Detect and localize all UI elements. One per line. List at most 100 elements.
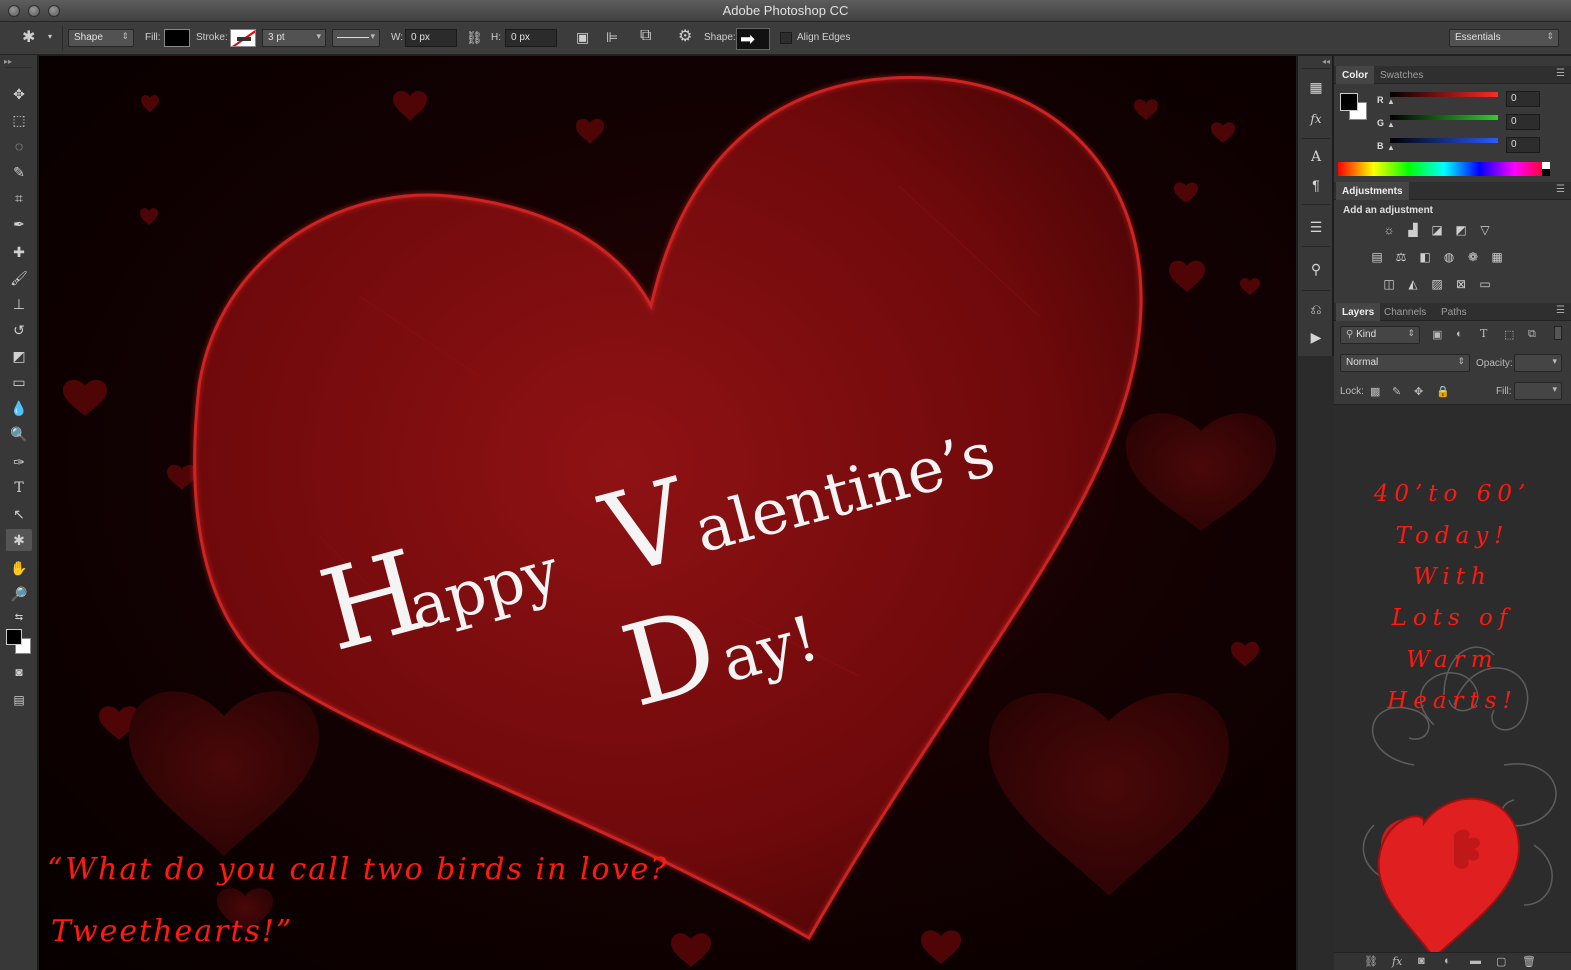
spectrum-white-chip[interactable] (1542, 162, 1550, 169)
stroke-width-field[interactable]: 3 pt ▾ (262, 29, 326, 47)
link-icon[interactable]: ⛓ (466, 31, 483, 44)
dodge-tool-icon[interactable]: 🔍 (6, 423, 32, 445)
custom-shape-tool-preset-icon[interactable]: ✱ (22, 30, 35, 46)
slider-thumb-icon[interactable]: ▲ (1387, 120, 1395, 129)
healing-brush-tool-icon[interactable]: ✚ (6, 241, 32, 263)
pen-tool-icon[interactable]: ✑ (6, 451, 32, 473)
history-icon[interactable]: ⎌ (1304, 298, 1328, 320)
spectrum-black-chip[interactable] (1542, 169, 1550, 176)
tab-color[interactable]: Color (1336, 66, 1375, 84)
exposure-icon[interactable]: ◩ (1452, 222, 1470, 238)
collapse-panel-icon[interactable]: ▸▸ (4, 57, 12, 66)
path-arrangement-icon[interactable]: ⧉ (640, 28, 651, 44)
new-group-icon[interactable]: ▬ (1470, 955, 1481, 967)
screen-mode-icon[interactable]: ▤ (6, 689, 32, 711)
tab-adjustments[interactable]: Adjustments (1336, 182, 1409, 200)
selective-color-icon[interactable]: ⊠ (1452, 276, 1470, 292)
gear-icon[interactable]: ⚙ (678, 29, 692, 45)
red-slider[interactable] (1390, 92, 1498, 97)
height-field[interactable]: 0 px (505, 29, 557, 47)
new-layer-icon[interactable]: ▢ (1496, 955, 1506, 968)
workspace-select[interactable]: Essentials ⇕ (1449, 29, 1559, 47)
eraser-tool-icon[interactable]: ◩ (6, 345, 32, 367)
pixel-layer-filter-icon[interactable]: ▣ (1432, 328, 1442, 341)
layers-list[interactable]: 40’to 60’ Today! With Lots of Warm Heart… (1334, 404, 1571, 952)
color-balance-icon[interactable]: ⚖ (1392, 249, 1410, 265)
red-value[interactable]: 0 (1506, 91, 1540, 107)
swap-colors-icon[interactable]: ⇆ (6, 607, 32, 629)
gradient-tool-icon[interactable]: ▭ (6, 371, 32, 393)
layer-style-fx-icon[interactable]: fx (1392, 955, 1402, 968)
type-layer-filter-icon[interactable]: T (1480, 327, 1487, 340)
brush-presets-icon[interactable]: ☰ (1304, 216, 1328, 238)
quick-selection-tool-icon[interactable]: ✎ (6, 161, 32, 183)
hand-tool-icon[interactable]: ✋ (6, 557, 32, 579)
posterize-icon[interactable]: ◭ (1404, 276, 1422, 292)
shape-picker[interactable]: ➡ (736, 28, 770, 50)
blue-value[interactable]: 0 (1506, 137, 1540, 153)
blur-tool-icon[interactable]: 💧 (6, 397, 32, 419)
lock-transparent-icon[interactable]: ▩ (1370, 385, 1380, 398)
tab-swatches[interactable]: Swatches (1374, 66, 1429, 84)
filter-toggle[interactable] (1554, 326, 1562, 340)
brush-tool-icon[interactable]: 🖌 (6, 267, 32, 289)
styles-fx-icon[interactable]: fx (1304, 108, 1328, 130)
adjustment-layer-filter-icon[interactable]: ◐ (1456, 328, 1463, 340)
green-slider[interactable] (1390, 115, 1498, 120)
opacity-field[interactable]: ▾ (1514, 354, 1562, 372)
fill-field[interactable]: ▾ (1514, 382, 1562, 400)
fill-swatch[interactable] (164, 29, 190, 47)
gradient-map-icon[interactable]: ▭ (1476, 276, 1494, 292)
shape-layer-filter-icon[interactable]: ⬚ (1504, 328, 1514, 341)
zoom-tool-icon[interactable]: 🔎 (6, 583, 32, 605)
character-icon[interactable]: A (1304, 146, 1328, 168)
crop-tool-icon[interactable]: ⌗ (6, 187, 32, 209)
path-alignment-icon[interactable]: ⊫ (606, 30, 618, 44)
invert-icon[interactable]: ◫ (1380, 276, 1398, 292)
tab-layers[interactable]: Layers (1336, 303, 1381, 321)
path-selection-tool-icon[interactable]: ↖ (6, 503, 32, 525)
custom-shape-tool-icon[interactable]: ✱ (6, 529, 32, 551)
actions-play-icon[interactable]: ▶ (1304, 326, 1328, 348)
slider-thumb-icon[interactable]: ▲ (1387, 143, 1395, 152)
curves-icon[interactable]: ◪ (1428, 222, 1446, 238)
lock-image-icon[interactable]: ✎ (1392, 385, 1401, 398)
width-field[interactable]: 0 px (405, 29, 457, 47)
quick-mask-icon[interactable]: ◙ (6, 661, 32, 683)
hue-saturation-icon[interactable]: ▤ (1368, 249, 1386, 265)
color-lookup-icon[interactable]: ▦ (1488, 249, 1506, 265)
smart-object-filter-icon[interactable]: ⧉ (1528, 328, 1536, 341)
lock-all-icon[interactable]: 🔒 (1436, 385, 1450, 398)
brightness-icon[interactable]: ☼ (1380, 222, 1398, 238)
add-mask-icon[interactable]: ◙ (1418, 955, 1425, 967)
photo-filter-icon[interactable]: ◍ (1440, 249, 1458, 265)
document-canvas[interactable]: H appy V alentine’s D ay! “What do you c… (39, 56, 1296, 970)
black-white-icon[interactable]: ◧ (1416, 249, 1434, 265)
expand-panels-icon[interactable]: ◂◂ (1322, 57, 1330, 66)
slider-thumb-icon[interactable]: ▲ (1387, 97, 1395, 106)
lock-position-icon[interactable]: ✥ (1414, 385, 1423, 398)
clone-source-icon[interactable]: ⚲ (1304, 258, 1328, 280)
blend-mode-select[interactable]: Normal ⇕ (1340, 354, 1470, 372)
clone-stamp-tool-icon[interactable]: ⊥ (6, 293, 32, 315)
marquee-tool-icon[interactable]: ⬚ (6, 109, 32, 131)
panel-menu-icon[interactable]: ☰ (1556, 305, 1565, 316)
green-value[interactable]: 0 (1506, 114, 1540, 130)
color-spectrum-bar[interactable] (1338, 162, 1550, 176)
new-adjustment-layer-icon[interactable]: ◐ (1444, 955, 1451, 967)
tab-paths[interactable]: Paths (1435, 303, 1473, 321)
color-foreground-swatch[interactable] (1340, 93, 1358, 111)
channel-mixer-icon[interactable]: ❁ (1464, 249, 1482, 265)
tool-mode-select[interactable]: Shape ⇕ (68, 29, 134, 47)
layer-filter-select[interactable]: ⚲ Kind ⇕ (1340, 326, 1420, 344)
vibrance-icon[interactable]: ▽ (1476, 222, 1494, 238)
foreground-color-swatch[interactable] (6, 629, 22, 645)
stroke-swatch[interactable] (230, 29, 256, 47)
libraries-icon[interactable]: ▦ (1304, 76, 1328, 98)
path-operations-icon[interactable]: ▣ (576, 30, 589, 44)
trash-icon[interactable]: 🗑 (1522, 955, 1536, 968)
align-edges-checkbox[interactable] (780, 32, 792, 44)
eyedropper-tool-icon[interactable]: ✒ (6, 213, 32, 235)
history-brush-tool-icon[interactable]: ↺ (6, 319, 32, 341)
paragraph-icon[interactable]: ¶ (1304, 174, 1328, 196)
